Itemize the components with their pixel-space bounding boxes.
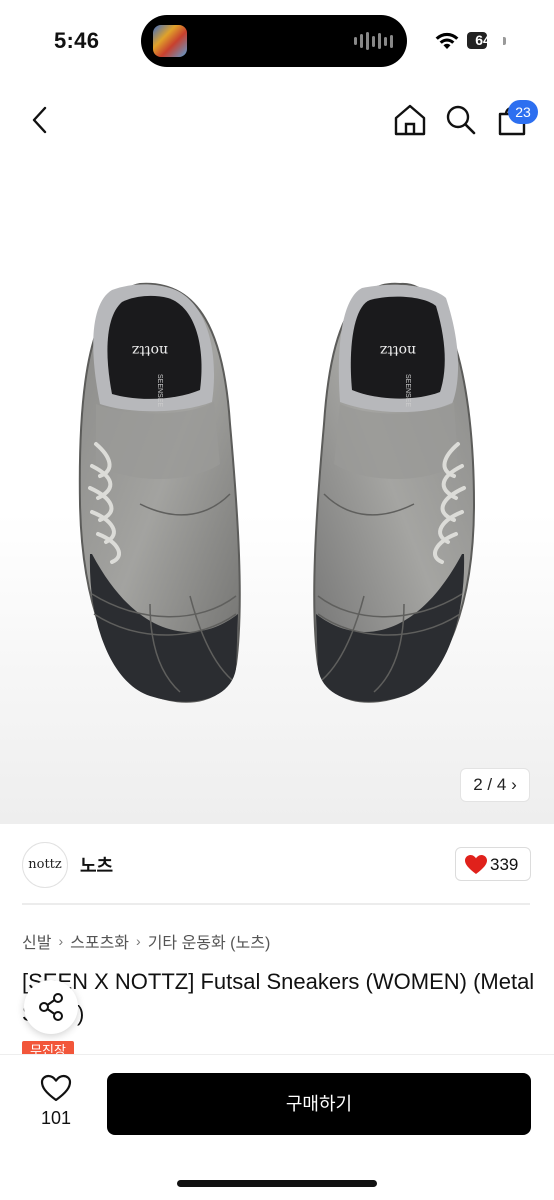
breadcrumb-item[interactable]: 스포츠화	[70, 929, 129, 953]
dynamic-island[interactable]	[141, 15, 407, 67]
breadcrumb: 신발 › 스포츠화 › 기타 운동화 (노츠)	[22, 929, 270, 953]
cart-count-badge: 23	[508, 100, 538, 124]
buy-button[interactable]: 구매하기	[107, 1073, 531, 1135]
wishlist-count: 101	[40, 1108, 72, 1128]
home-icon[interactable]	[392, 102, 428, 138]
product-image-gallery[interactable]: nottz SEENSEE nottz SEENSEE	[0, 84, 554, 824]
status-time: 5:46	[54, 28, 100, 53]
insole-brand-text: nottz	[380, 342, 416, 358]
audio-waveform-icon	[354, 31, 393, 51]
battery-icon: 64	[465, 30, 501, 51]
battery-nub	[503, 37, 506, 45]
breadcrumb-item[interactable]: 신발	[22, 929, 51, 953]
seller-logo[interactable]: nottz	[22, 842, 68, 888]
wishlist-button[interactable]: 101	[24, 1074, 88, 1134]
pager-text: 2 / 4	[473, 775, 507, 794]
section-divider	[22, 903, 530, 905]
breadcrumb-item[interactable]: 기타 운동화 (노츠)	[148, 929, 271, 953]
status-bar: 5:46 64	[0, 0, 554, 84]
right-shoe: nottz SEENSEE	[313, 282, 476, 703]
product-title: [SEEN X NOTTZ] Futsal Sneakers (WOMEN) (…	[22, 969, 535, 1026]
seller-like-count: 339	[490, 855, 519, 874]
heart-filled-icon	[465, 855, 487, 874]
back-arrow-icon[interactable]	[24, 102, 56, 138]
seller-like-button[interactable]: 339	[455, 847, 531, 881]
image-pager[interactable]: 2 / 4 ›	[460, 768, 530, 802]
chevron-right-icon: ›	[506, 775, 517, 794]
chevron-right-icon: ›	[58, 933, 64, 949]
insole-brand-text: nottz	[132, 342, 168, 358]
product-photo: nottz SEENSEE nottz SEENSEE	[78, 282, 476, 703]
chevron-right-icon: ›	[136, 933, 141, 949]
seller-name[interactable]: 노츠	[80, 852, 113, 878]
left-shoe: nottz SEENSEE	[78, 282, 241, 703]
search-icon[interactable]	[444, 102, 478, 138]
heart-outline-icon	[40, 1074, 72, 1102]
home-indicator[interactable]	[177, 1180, 377, 1187]
insole-sub-text: SEENSEE	[404, 374, 411, 407]
insole-sub-text: SEENSEE	[156, 374, 163, 407]
now-playing-thumbnail	[153, 25, 187, 57]
wifi-icon	[435, 32, 459, 49]
battery-percent: 64	[475, 32, 491, 48]
share-icon	[39, 993, 63, 1021]
product-detail-screen: 5:46 64 nottz SEENSEE nottz SEENSEE 2 / …	[0, 0, 554, 1200]
share-button[interactable]	[24, 980, 78, 1034]
